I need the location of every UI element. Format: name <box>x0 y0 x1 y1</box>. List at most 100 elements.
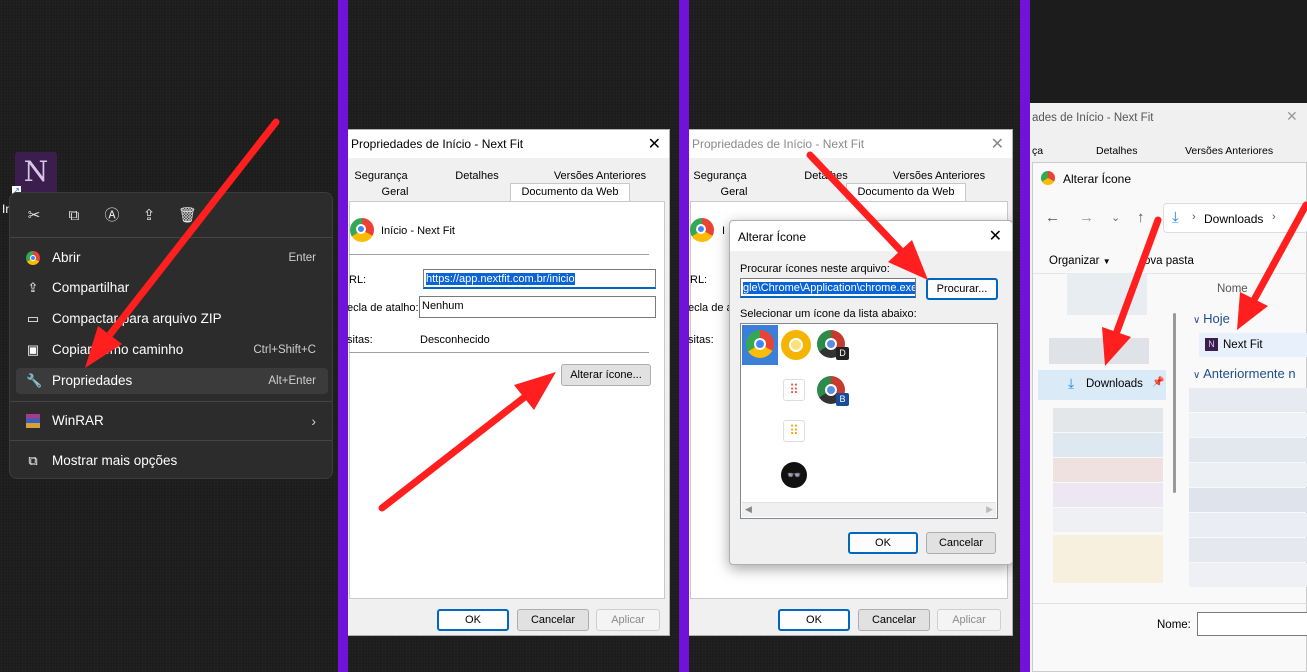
address-bar[interactable]: ⤓ › Downloads › <box>1163 203 1307 233</box>
ok-button[interactable]: OK <box>778 609 850 631</box>
dialog-title: Propriedades de Início - Next Fit <box>692 137 865 151</box>
close-icon[interactable]: ✕ <box>991 134 1004 154</box>
background-title: ades de Início - Next Fit <box>1032 112 1154 124</box>
menu-item-properties[interactable]: 🔧 Propriedades Alt+Enter <box>16 368 328 394</box>
column-header-name[interactable]: Nome <box>1217 283 1248 295</box>
panel-context-menu: N ↗ In ✂ ⧉ Ⓐ ⇪ 🗑 Abrir Enter ⇪ Compartil… <box>0 0 338 672</box>
badge-dev: D <box>836 347 849 360</box>
menu-item-label: Propriedades <box>52 373 133 388</box>
tab-details[interactable]: Detalhes <box>796 170 856 182</box>
url-field[interactable]: https://app.nextfit.com.br/inicio <box>423 269 656 289</box>
scroll-right-icon[interactable]: ▶ <box>986 504 993 515</box>
menu-item-zip[interactable]: ▭ Compactar para arquivo ZIP <box>16 306 328 332</box>
tab-details[interactable]: Detalhes <box>447 170 507 182</box>
chrome-canary-icon[interactable] <box>781 330 811 360</box>
blurred-sidebar-item <box>1053 408 1163 432</box>
tab-security[interactable]: Segurança <box>692 170 748 182</box>
background-tab: Detalhes <box>1096 145 1138 157</box>
context-menu: ✂ ⧉ Ⓐ ⇪ 🗑 Abrir Enter ⇪ Compartilhar ▭ C… <box>9 192 333 479</box>
chevron-down-icon[interactable]: ⌄ <box>1111 211 1120 224</box>
background-tab: Versões Anteriores <box>1185 145 1274 157</box>
visits-label: sitas: <box>348 334 373 346</box>
tab-security[interactable]: Segurança <box>353 170 409 182</box>
rename-icon[interactable]: Ⓐ <box>103 207 121 225</box>
horizontal-scrollbar[interactable]: ◀ ▶ <box>742 502 996 517</box>
list-label: Selecionar um ícone da lista abaixo: <box>740 308 917 320</box>
incognito-icon[interactable]: 👓 <box>781 462 807 488</box>
up-arrow-icon[interactable]: ↑ <box>1137 209 1145 226</box>
blurred-sidebar-item <box>1049 338 1149 364</box>
back-arrow-icon[interactable]: ← <box>1045 209 1060 226</box>
blurred-sidebar-item <box>1067 273 1147 315</box>
change-icon-button[interactable]: Alterar ícone... <box>561 364 651 386</box>
file-path-field[interactable]: gle\Chrome\Application\chrome.exe <box>740 278 916 298</box>
path-icon: ▣ <box>26 342 40 357</box>
cut-icon[interactable]: ✂ <box>25 207 43 225</box>
cancel-button[interactable]: Cancelar <box>858 609 930 631</box>
group-earlier[interactable]: ∨ Anteriormente n <box>1193 366 1296 381</box>
chrome-dev-icon[interactable]: D <box>817 330 849 360</box>
browse-button[interactable]: Procurar... <box>926 278 998 300</box>
panel-change-icon: Propriedades de Início - Next Fit ✕ Segu… <box>689 0 1020 672</box>
url-value: https://app.nextfit.com.br/inicio <box>426 273 575 285</box>
file-row[interactable]: N Next Fit <box>1199 333 1307 357</box>
hotkey-label: ecla de a <box>689 302 733 314</box>
tab-web-document[interactable]: Documento da Web <box>846 183 966 201</box>
blurred-file-row <box>1189 538 1307 562</box>
visits-label: sitas: <box>689 334 714 346</box>
apply-button[interactable]: Aplicar <box>937 609 1001 631</box>
scroll-left-icon[interactable]: ◀ <box>745 504 752 515</box>
close-icon[interactable]: ✕ <box>989 226 1002 246</box>
dialog-ok-button[interactable]: OK <box>848 532 918 554</box>
badge-beta: B <box>836 393 849 406</box>
tab-web-document[interactable]: Documento da Web <box>510 183 630 201</box>
hotkey-field[interactable]: Nenhum <box>419 296 656 318</box>
menu-item-label: WinRAR <box>52 413 104 428</box>
chevron-down-icon: ∨ <box>1193 370 1204 381</box>
close-icon[interactable]: ✕ <box>1286 108 1298 125</box>
forward-arrow-icon[interactable]: → <box>1079 209 1094 226</box>
panel-file-explorer: ades de Início - Next Fit ✕ ça Detalhes … <box>1030 0 1307 672</box>
tab-previous-versions[interactable]: Versões Anteriores <box>884 170 994 182</box>
menu-item-copy-path[interactable]: ▣ Copiar como caminho Ctrl+Shift+C <box>16 337 328 363</box>
tab-previous-versions[interactable]: Versões Anteriores <box>545 170 655 182</box>
chrome-beta-icon[interactable]: B <box>817 376 849 406</box>
delete-icon[interactable]: 🗑 <box>178 207 197 225</box>
icon-list[interactable]: D ⠿ B ⠿ 👓 ◀ ▶ <box>740 323 998 519</box>
cancel-button[interactable]: Cancelar <box>517 609 589 631</box>
shortcut-name: Início - Next Fit <box>381 225 455 237</box>
explorer-window: Alterar Ícone ← → ⌄ ↑ ⤓ › Downloads › Or… <box>1032 162 1307 672</box>
apply-button[interactable]: Aplicar <box>596 609 660 631</box>
blurred-file-row <box>1189 438 1307 462</box>
apps-yellow-icon[interactable]: ⠿ <box>783 420 805 442</box>
menu-item-winrar[interactable]: WinRAR › <box>16 408 328 434</box>
chrome-icon[interactable] <box>746 330 774 358</box>
sidebar-scrollbar[interactable] <box>1173 313 1176 493</box>
close-icon[interactable]: ✕ <box>648 134 661 154</box>
group-label: Anteriormente n <box>1203 366 1296 381</box>
path-segment[interactable]: Downloads <box>1204 212 1263 226</box>
shortcut-icon[interactable]: N <box>15 152 57 194</box>
share-icon[interactable]: ⇪ <box>140 207 158 225</box>
file-path-value: gle\Chrome\Application\chrome.exe <box>743 282 916 294</box>
dialog-cancel-button[interactable]: Cancelar <box>926 532 996 554</box>
sidebar-item-downloads[interactable]: ⤓ Downloads 📌 <box>1038 370 1166 400</box>
group-today[interactable]: ∨ Hoje <box>1193 311 1230 326</box>
organize-button[interactable]: Organizar ▼ <box>1049 255 1111 267</box>
group-label: Hoje <box>1203 311 1230 326</box>
blurred-file-row <box>1189 563 1307 587</box>
new-folder-button[interactable]: ova pasta <box>1144 255 1194 267</box>
ok-button[interactable]: OK <box>437 609 509 631</box>
dialog-title: Propriedades de Início - Next Fit <box>351 137 524 151</box>
blurred-file-row <box>1189 413 1307 437</box>
copy-icon[interactable]: ⧉ <box>65 207 83 225</box>
menu-item-more-options[interactable]: ⧉ Mostrar mais opções <box>16 448 328 474</box>
menu-item-label: Abrir <box>52 250 81 265</box>
tab-general[interactable]: Geral <box>365 186 425 198</box>
menu-item-label: Compactar para arquivo ZIP <box>52 311 222 326</box>
menu-item-share[interactable]: ⇪ Compartilhar <box>16 275 328 301</box>
tab-general[interactable]: Geral <box>704 186 764 198</box>
name-field[interactable] <box>1197 612 1307 636</box>
apps-grid-icon[interactable]: ⠿ <box>783 379 805 401</box>
menu-item-open[interactable]: Abrir Enter <box>16 245 328 271</box>
